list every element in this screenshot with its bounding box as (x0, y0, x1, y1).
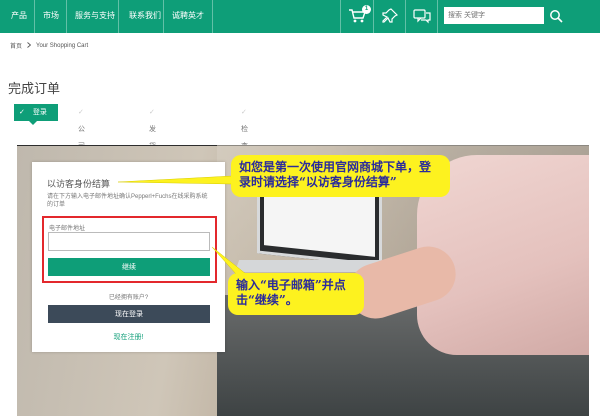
callout-guest-checkout-tip: 如您是第一次使用官网商城下单，登录时请选择“以访客身份结算” (231, 155, 450, 197)
annotation-pointers (117, 175, 247, 275)
callout-enter-email-tip: 输入“电子邮箱”并点击“继续”。 (228, 273, 364, 315)
callout-1-pointer (117, 175, 233, 185)
callout-2-pointer (211, 246, 247, 275)
